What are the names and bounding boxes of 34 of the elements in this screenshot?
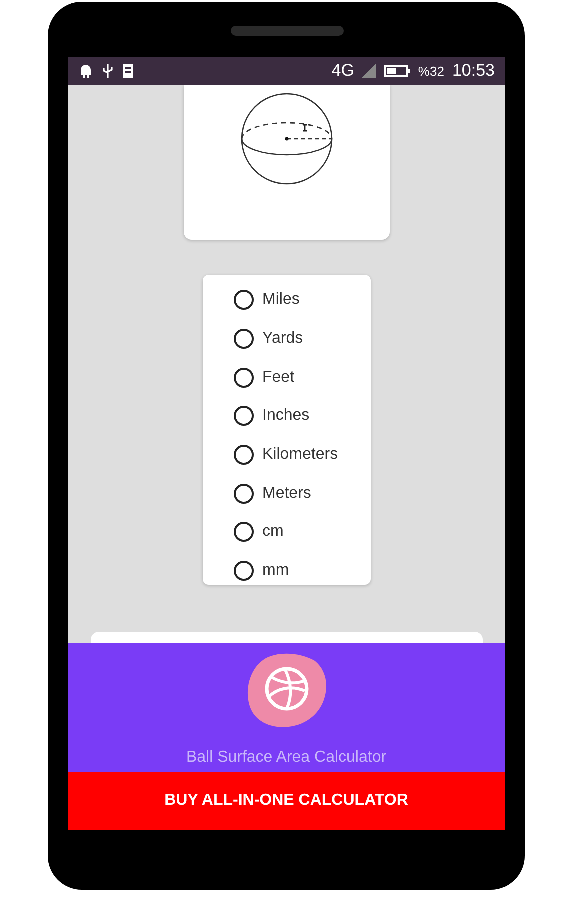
- buy-button[interactable]: BUY ALL-IN-ONE CALCULATOR: [68, 772, 505, 830]
- unit-label: cm: [262, 523, 284, 542]
- unit-label: Yards: [262, 330, 304, 348]
- unit-option[interactable]: Meters: [234, 474, 370, 514]
- unit-label: Feet: [262, 368, 295, 387]
- clock: 10:53: [452, 61, 495, 81]
- unit-label: Inches: [262, 407, 310, 426]
- unit-option[interactable]: Feet: [234, 358, 370, 398]
- unit-option[interactable]: Miles: [234, 281, 370, 320]
- network-type: 4G: [332, 61, 354, 81]
- signal-icon: [362, 64, 376, 78]
- unit-option[interactable]: Yards: [234, 320, 370, 358]
- radio-button[interactable]: [234, 484, 254, 504]
- unit-label: Miles: [262, 291, 300, 310]
- android-icon: [78, 63, 94, 79]
- unit-option[interactable]: cm: [234, 513, 370, 552]
- radio-button[interactable]: [234, 561, 254, 582]
- app-title: Ball Surface Area Calculator: [186, 749, 387, 767]
- unit-option[interactable]: mm: [234, 552, 370, 590]
- unit-option[interactable]: Kilometers: [234, 436, 370, 474]
- radio-button[interactable]: [234, 406, 254, 426]
- unit-label: Meters: [262, 484, 312, 503]
- radio-button[interactable]: [234, 290, 254, 310]
- unit-label: Kilometers: [262, 446, 338, 464]
- radio-button[interactable]: [234, 329, 254, 350]
- sim-card-icon: [122, 63, 134, 79]
- radio-button[interactable]: [234, 368, 254, 388]
- battery-icon: [384, 64, 410, 78]
- radio-button[interactable]: [234, 445, 254, 466]
- battery-percent: %32: [418, 64, 444, 78]
- unit-label: mm: [262, 562, 290, 580]
- radio-button[interactable]: [234, 522, 254, 542]
- usb-icon: [102, 63, 114, 79]
- unit-option[interactable]: Inches: [234, 397, 370, 436]
